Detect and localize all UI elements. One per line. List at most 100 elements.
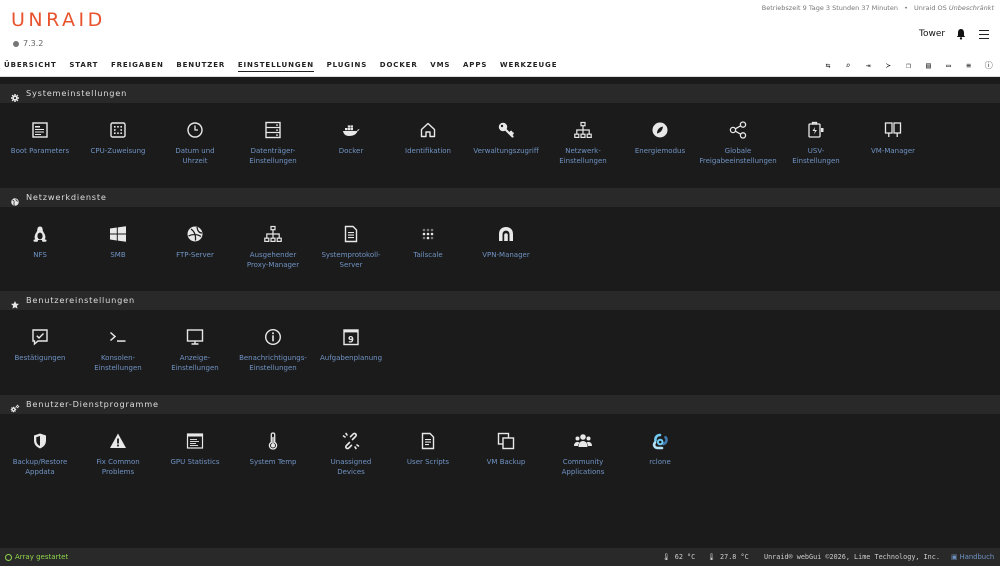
book-icon: ▣ [951,553,958,561]
nav-item-2[interactable]: FREIGABEN [111,61,164,72]
nav-item-4[interactable]: EINSTELLUNGEN [237,61,314,72]
section-title: Benutzer-Dienstprogramme [26,399,159,409]
settings-tile[interactable]: FTP-Server [156,224,234,260]
warning-icon [108,431,128,451]
version-label: 7.3.2 [23,39,44,48]
settings-tile[interactable]: Globale Freigabeeinstellungen [699,120,777,166]
settings-tile[interactable]: Ausgehender Proxy-Manager [234,224,312,270]
settings-tile[interactable]: GPU Statistics [156,431,234,467]
unraid-logo[interactable]: UNRAID [11,9,106,31]
globe-icon [10,192,20,206]
nav-item-7[interactable]: VMS [430,61,450,72]
tile-label: CPU-Zuweisung [79,146,157,156]
uptime-separator: • [904,4,908,12]
section-header: Systemeinstellungen [0,84,1000,103]
settings-tile[interactable]: Datenträger- Einstellungen [234,120,312,166]
settings-tile[interactable]: Energiemodus [621,120,699,156]
settings-tile[interactable]: Boot Parameters [1,120,79,156]
list-icon[interactable]: ≡ [963,61,975,71]
disk-icon [263,120,283,140]
nav-item-5[interactable]: PLUGINS [327,61,368,72]
nav-item-1[interactable]: START [69,61,98,72]
settings-tile[interactable]: VM Backup [467,431,545,467]
main-nav: ÜBERSICHT START FREIGABEN BENUTZER EINSTELLU… [0,58,1000,77]
tile-label-line1: Verwaltungszugriff [473,147,539,155]
tile-label-line1: Globale [724,147,752,155]
settings-tile[interactable]: SMB [79,224,157,260]
settings-tile[interactable]: Datum und Uhrzeit [156,120,234,166]
settings-tile[interactable]: CPU-Zuweisung [79,120,157,156]
tile-label: Unassigned Devices [312,457,390,477]
tile-label: Boot Parameters [1,146,79,156]
search-icon[interactable]: ⌕ [842,61,854,71]
tile-label-line2: Applications [561,468,605,476]
tile-label: Energiemodus [621,146,699,156]
tile-label-line1: Netzwerk- [565,147,601,155]
settings-tile[interactable]: Unassigned Devices [312,431,390,477]
tile-label-line2: Freigabeeinstellungen [699,157,777,165]
tile-label: Backup/Restore Appdata [1,457,79,477]
logout-icon[interactable]: ⇥ [862,61,874,71]
tile-label-line1: Benachrichtigungs- [239,354,307,362]
os-prefix: Unraid OS [913,4,949,12]
settings-tile[interactable]: System Temp [234,431,312,467]
swap-icon[interactable]: ⇆ [822,61,834,71]
terminal-icon[interactable]: ≻ [882,61,894,71]
vpn-icon [496,224,516,244]
tile-label-line1: Ausgehender [249,251,297,259]
tile-label-line2: Server [339,261,363,269]
array-status[interactable]: Array gestartet [5,553,68,561]
nav-item-8[interactable]: APPS [463,61,487,72]
settings-tile[interactable]: Systemprotokoll- Server [312,224,390,270]
info-circle-icon [263,327,283,347]
settings-tile[interactable]: VPN-Manager [467,224,545,260]
settings-tile[interactable]: Bestätigungen [1,327,79,363]
settings-tile[interactable]: Docker [312,120,390,156]
settings-tile[interactable]: Identifikation [389,120,467,156]
version-info: 7.3.2 [13,39,43,48]
settings-tile[interactable]: Tailscale [389,224,467,260]
tile-label: Konsolen- Einstellungen [79,353,157,373]
shield-icon [30,431,50,451]
nav-item-3[interactable]: BENUTZER [176,61,225,72]
settings-tile[interactable]: Backup/Restore Appdata [1,431,79,477]
settings-tile[interactable]: Netzwerk- Einstellungen [544,120,622,166]
settings-tile[interactable]: NFS [1,224,79,260]
tile-label-line1: System Temp [249,458,297,466]
menu-icon[interactable] [979,30,989,40]
tile-label-line1: Docker [338,147,364,155]
tile-label: VPN-Manager [467,250,545,260]
leaf-icon [650,120,670,140]
os-license[interactable]: Unbeschränkt [949,4,994,12]
power-icon [5,553,12,561]
nav-item-0[interactable]: ÜBERSICHT [4,61,57,72]
ftp-icon [185,224,205,244]
tile-label-line1: Boot Parameters [10,147,70,155]
cpu-thermometer-icon: 🌡 [662,553,671,561]
info-icon[interactable]: ⓘ [983,61,995,71]
monitor-icon[interactable]: ▭ [943,61,955,71]
tile-label-line1: Systemprotokoll- [321,251,381,259]
copy-icon[interactable]: ❐ [902,61,914,71]
settings-tile[interactable]: rclone [621,431,699,467]
nav-item-9[interactable]: WERKZEUGE [500,61,558,72]
bell-icon[interactable] [955,28,967,40]
gpu-icon [185,431,205,451]
settings-tile[interactable]: Verwaltungszugriff [467,120,545,156]
settings-tile[interactable]: Community Applications [544,431,622,477]
settings-tile[interactable]: 9 Aufgabenplanung [312,327,390,363]
settings-tile[interactable]: Fix Common Problems [79,431,157,477]
tile-label-line1: SMB [110,251,126,259]
cpu-icon [108,120,128,140]
settings-tile[interactable]: VM-Manager [854,120,932,156]
settings-tile[interactable]: Benachrichtigungs- Einstellungen [234,327,312,373]
settings-tile[interactable]: Konsolen- Einstellungen [79,327,157,373]
copyright: Unraid® webGui ©2026, Lime Technology, I… [764,553,940,561]
settings-tile[interactable]: User Scripts [389,431,467,467]
section-header: Netzwerkdienste [0,188,1000,207]
nav-item-6[interactable]: DOCKER [380,61,418,72]
settings-tile[interactable]: Anzeige- Einstellungen [156,327,234,373]
comment-icon[interactable]: ▤ [922,61,934,71]
settings-tile[interactable]: USV- Einstellungen [777,120,855,166]
manual-link[interactable]: ▣ Handbuch [951,553,994,561]
